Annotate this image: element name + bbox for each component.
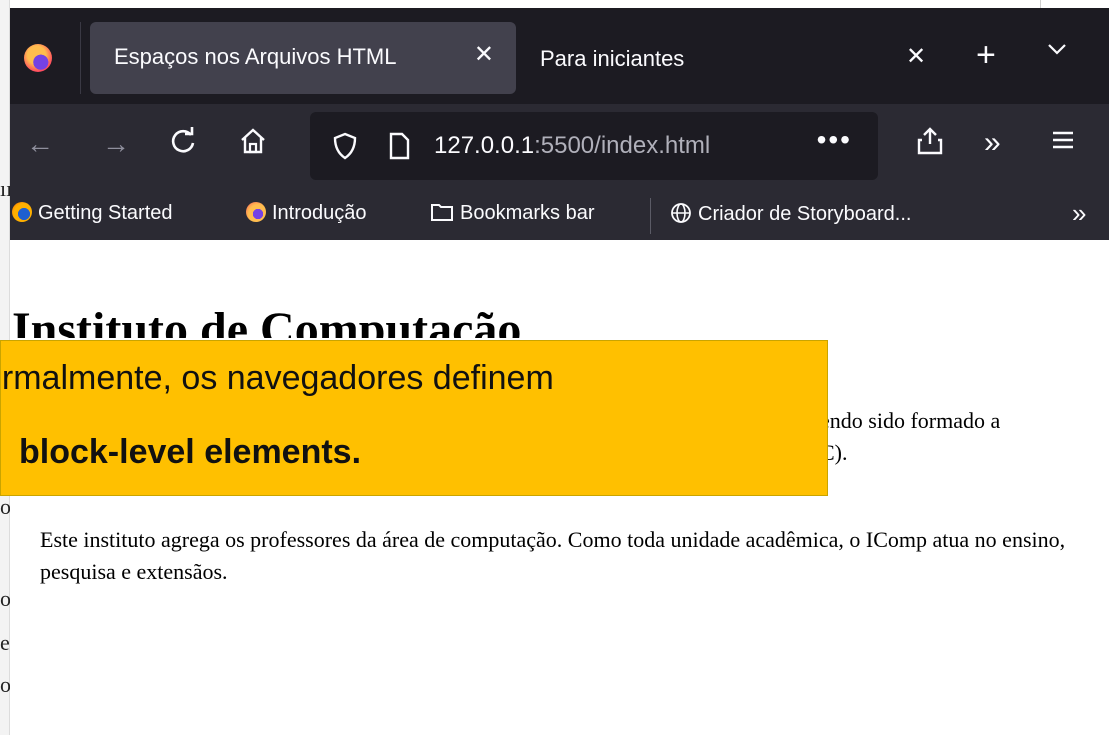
callout-text: ormalmente, os navegadores definem	[0, 359, 554, 397]
forward-arrow-icon[interactable]: →	[102, 128, 130, 160]
plus-icon[interactable]: +	[976, 36, 996, 75]
tab-bar: Espaços nos Arquivos HTML ✕ Para inician…	[10, 8, 1109, 104]
tab-divider	[80, 22, 81, 94]
background-text-fragment: e	[0, 630, 10, 655]
bookmarks-overflow-icon[interactable]: »	[1072, 198, 1086, 229]
globe-icon	[671, 203, 691, 223]
background-text-fragment: ol	[0, 494, 10, 519]
bookmark-bookmarks-bar[interactable]: Bookmarks bar	[430, 202, 595, 225]
overflow-chevrons-icon[interactable]: »	[984, 126, 1001, 160]
chevron-down-icon[interactable]	[1046, 38, 1068, 60]
bookmarks-toolbar: Getting Started Introdução Bookmarks bar…	[10, 190, 1109, 240]
bookmark-introducao[interactable]: Introdução	[246, 202, 367, 225]
more-options-icon[interactable]: •••	[817, 124, 852, 156]
home-icon[interactable]	[238, 126, 268, 156]
paragraph: Este instituto agrega os professores da …	[40, 527, 1066, 584]
url-text: 127.0.0.1:5500/index.html	[434, 132, 711, 159]
back-arrow-icon[interactable]: ←	[26, 128, 54, 160]
tab-para-iniciantes[interactable]: Para iniciantes	[540, 46, 684, 72]
reload-icon[interactable]	[168, 126, 198, 156]
bookmark-getting-started[interactable]: Getting Started	[12, 202, 173, 225]
menu-icon[interactable]	[1050, 126, 1076, 154]
close-icon[interactable]: ✕	[474, 40, 494, 69]
firefox-icon	[12, 202, 32, 222]
navigation-toolbar: ← → 127.0.0.1:5500/index.html ••• »	[10, 104, 1109, 190]
folder-icon	[431, 204, 453, 221]
bookmark-separator	[650, 198, 651, 234]
page-title: Instituto de Computação	[12, 303, 522, 338]
page-icon[interactable]	[388, 132, 410, 160]
address-bar[interactable]: 127.0.0.1:5500/index.html •••	[310, 112, 878, 180]
tab-espacos-html[interactable]: Espaços nos Arquivos HTML ✕	[90, 22, 516, 94]
share-icon[interactable]	[916, 126, 944, 156]
tab-title: Espaços nos Arquivos HTML	[114, 44, 397, 69]
paragraph-fragment: endo sido formado a	[820, 408, 1001, 433]
bookmark-criador-storyboard[interactable]: Criador de Storyboard...	[670, 202, 911, 226]
shield-icon[interactable]	[332, 132, 358, 160]
firefox-icon[interactable]	[24, 44, 52, 72]
callout-box: ormalmente, os navegadores definem block…	[0, 340, 828, 496]
firefox-icon	[246, 202, 266, 222]
background-text-fragment: o	[0, 586, 10, 611]
close-icon[interactable]: ✕	[906, 42, 926, 71]
callout-text-bold: block-level elements.	[19, 433, 362, 471]
background-text-fragment: ıı	[0, 176, 10, 201]
background-text-fragment: o	[0, 672, 10, 697]
